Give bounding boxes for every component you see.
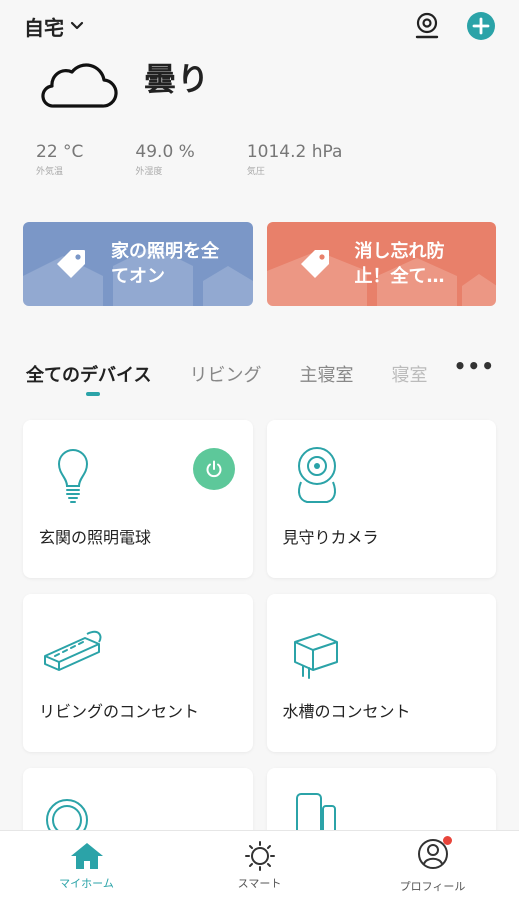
nav-label: スマート [237,876,282,890]
light-bulb-icon [57,449,89,503]
stat-label: 外気温 [36,167,64,177]
device-card-monitor-camera[interactable]: 見守りカメラ [266,420,496,578]
device-card-living-outlet[interactable]: リビングのコンセント [23,594,253,752]
home-icon [70,842,103,869]
security-camera-icon [297,447,336,503]
profile-icon-wrap [417,835,452,874]
home-label: 自宅 [24,15,64,40]
device-name: 水槽のコンセント [282,702,411,721]
power-strip-icon [44,630,102,671]
smart-plug-icon [293,633,338,679]
device-name: リビングのコンセント [39,702,200,721]
scene-button-all-lights-on[interactable]: 家の照明を全てオン [23,222,253,306]
scene-button-prevent-forgetting[interactable]: 消し忘れ防止！全て… [266,222,496,306]
camera-button[interactable] [411,10,443,42]
chevron-down-icon [70,21,84,30]
nav-profile[interactable]: プロフィール [346,831,519,900]
device-name: 玄関の照明電球 [39,528,152,547]
device-grid: 玄関の照明電球 見守りカメラ リビングのコンセント 水槽のコンセント [23,420,496,900]
add-device-button[interactable] [465,10,497,42]
tab-all-devices[interactable]: 全てのデバイス [26,361,151,387]
tag-icon [300,250,329,278]
tag-icon [57,250,85,278]
nav-smart[interactable]: スマート [173,831,346,900]
device-card-aquarium-outlet[interactable]: 水槽のコンセント [266,594,496,752]
plus-circle-icon [467,12,495,40]
scene-label: 家の照明を全てオン [111,240,219,287]
nav-my-home[interactable]: マイホーム [0,831,173,900]
tab-master-bedroom[interactable]: 主寝室 [299,361,353,387]
camera-icon [415,12,439,39]
stat-label: 外湿度 [135,167,163,177]
stat-value: 1014.2 hPa [246,142,343,162]
tab-bedroom[interactable]: 寝室 [391,361,427,387]
nav-label: プロフィール [399,879,466,893]
weather-stats: 22 °C 外気温 49.0 % 外湿度 1014.2 hPa 気圧 [36,142,394,177]
bottom-navigation: マイホーム スマート プロフィール [0,830,519,900]
more-tabs-button[interactable]: ••• [454,354,495,386]
tab-living[interactable]: リビング [189,361,261,387]
cloud-icon [41,63,118,108]
scene-label: 消し忘れ防止！全て… [354,240,445,287]
active-tab-indicator [86,392,100,396]
home-selector[interactable]: 自宅 [24,12,84,41]
stat-pressure: 1014.2 hPa 気圧 [247,142,343,177]
scene-shortcuts: 家の照明を全てオン 消し忘れ防止！全て… [23,222,496,306]
power-toggle[interactable] [192,448,235,490]
sun-icon [244,840,275,871]
device-name: 見守りカメラ [282,528,379,547]
stat-value: 22 °C [36,142,84,162]
weather-condition: 曇り [144,60,211,98]
stat-value: 49.0 % [135,142,195,162]
nav-label: マイホーム [59,876,114,890]
room-tabs: 全てのデバイス リビング 主寝室 寝室 [26,354,499,394]
stat-temperature: 22 °C 外気温 [36,142,83,177]
notification-badge [442,835,452,845]
stat-humidity: 49.0 % 外湿度 [135,142,194,177]
header: 自宅 [24,8,497,44]
weather-section: 曇り [38,56,210,112]
power-icon [206,460,221,478]
device-card-entrance-bulb[interactable]: 玄関の照明電球 [23,420,253,578]
stat-label: 気圧 [246,167,265,177]
